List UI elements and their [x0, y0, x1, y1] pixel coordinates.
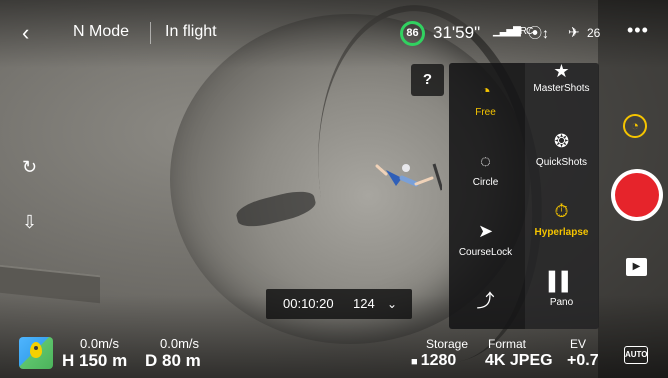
- storage-count: 1280: [420, 352, 457, 369]
- mode-pano[interactable]: ▌▌ Pano: [525, 269, 598, 308]
- storage-label: Storage: [426, 337, 469, 351]
- timeline-count: 124: [353, 296, 375, 311]
- camera-view[interactable]: ‹ N Mode In flight 86 31'59" ▁▃▅▇RC ⦿↕ ✈…: [0, 0, 668, 378]
- mode-courselock[interactable]: ➤ CourseLock: [449, 219, 522, 258]
- waypoint-icon: ⤴: [476, 291, 495, 311]
- mode-label: CourseLock: [458, 247, 513, 258]
- mode-column-left: ◔ Free ◌ Circle ➤ CourseLock ⤴: [449, 63, 522, 329]
- timeline-duration: 00:10:20: [283, 296, 334, 311]
- mastershots-icon: ★: [553, 63, 570, 81]
- chevron-left-icon[interactable]: ‹: [22, 20, 29, 46]
- map-pin-icon: [30, 342, 42, 358]
- divider: [150, 22, 151, 44]
- flight-mode[interactable]: N Mode: [73, 23, 129, 41]
- pano-icon: ▌▌: [548, 271, 575, 291]
- map-icon[interactable]: [19, 337, 53, 369]
- mode-label: Hyperlapse: [534, 227, 589, 238]
- sd-card-icon: ■: [411, 356, 421, 368]
- signal-icon[interactable]: ▁▃▅▇RC: [493, 26, 533, 37]
- more-icon[interactable]: •••: [627, 20, 649, 41]
- playback-icon[interactable]: ▶: [626, 258, 647, 276]
- landing-icon[interactable]: ⇩: [22, 212, 37, 233]
- distance-readout: D 80 m: [145, 351, 201, 370]
- mode-hyperlapse[interactable]: ⏱ Hyperlapse: [525, 199, 598, 238]
- top-bar: ‹ N Mode In flight 86 31'59" ▁▃▅▇RC ⦿↕ ✈…: [0, 0, 668, 62]
- gps-icon[interactable]: ⦿↕: [528, 23, 549, 43]
- mode-label: Pano: [549, 297, 574, 308]
- flight-status[interactable]: In flight: [165, 23, 217, 41]
- mode-label: Circle: [472, 177, 499, 188]
- mode-column-right: ★ MasterShots ❂ QuickShots ⏱ Hyperlapse …: [525, 63, 599, 329]
- auto-button[interactable]: AUTO: [624, 346, 648, 364]
- mode-quickshots[interactable]: ❂ QuickShots: [525, 129, 598, 168]
- ev-label: EV: [570, 337, 587, 351]
- vertical-speed: 0.0m/s: [160, 336, 200, 351]
- signal-bars-icon: ▁▃▅▇: [493, 26, 521, 37]
- mode-circle[interactable]: ◌ Circle: [449, 149, 522, 188]
- hyperlapse-timeline[interactable]: 00:10:20 124 ⌄: [266, 289, 412, 319]
- shutter-inner: [615, 173, 659, 217]
- help-button[interactable]: ?: [411, 64, 444, 96]
- storage-value[interactable]: ■ 1280: [411, 352, 456, 370]
- shutter-button[interactable]: [611, 169, 663, 221]
- shooting-mode-icon[interactable]: ◔: [623, 114, 647, 138]
- format-value[interactable]: 4K JPEG: [485, 352, 553, 370]
- format-label: Format: [488, 337, 527, 351]
- route-icon[interactable]: ↻: [22, 157, 37, 178]
- mode-label: MasterShots: [533, 83, 590, 94]
- mode-mastershots[interactable]: ★ MasterShots: [525, 63, 598, 94]
- satellite-count: 26: [587, 26, 601, 40]
- quickshots-icon: ❂: [553, 131, 570, 151]
- courselock-icon: ➤: [477, 221, 494, 241]
- free-icon: ◔: [480, 81, 491, 101]
- ev-value[interactable]: +0.7: [567, 352, 599, 370]
- flight-time: 31'59": [433, 23, 481, 42]
- mode-free[interactable]: ◔ Free: [449, 79, 522, 118]
- hyperlapse-icon: ⏱: [554, 201, 569, 221]
- shooting-mode-panel: ◔ Free ◌ Circle ➤ CourseLock ⤴ ★ MasterS…: [449, 63, 599, 329]
- circle-icon: ◌: [480, 151, 491, 171]
- chevron-down-icon[interactable]: ⌄: [387, 289, 397, 319]
- mode-label: QuickShots: [535, 157, 588, 168]
- satellite-icon: ✈: [568, 24, 580, 40]
- height-readout: H 150 m: [62, 351, 128, 370]
- battery-indicator[interactable]: 86: [400, 21, 425, 46]
- ledge: [0, 264, 100, 304]
- horizontal-speed: 0.0m/s: [80, 336, 120, 351]
- mode-waypoint[interactable]: ⤴: [449, 289, 522, 313]
- mode-label: Free: [475, 107, 496, 118]
- skater: [375, 163, 442, 191]
